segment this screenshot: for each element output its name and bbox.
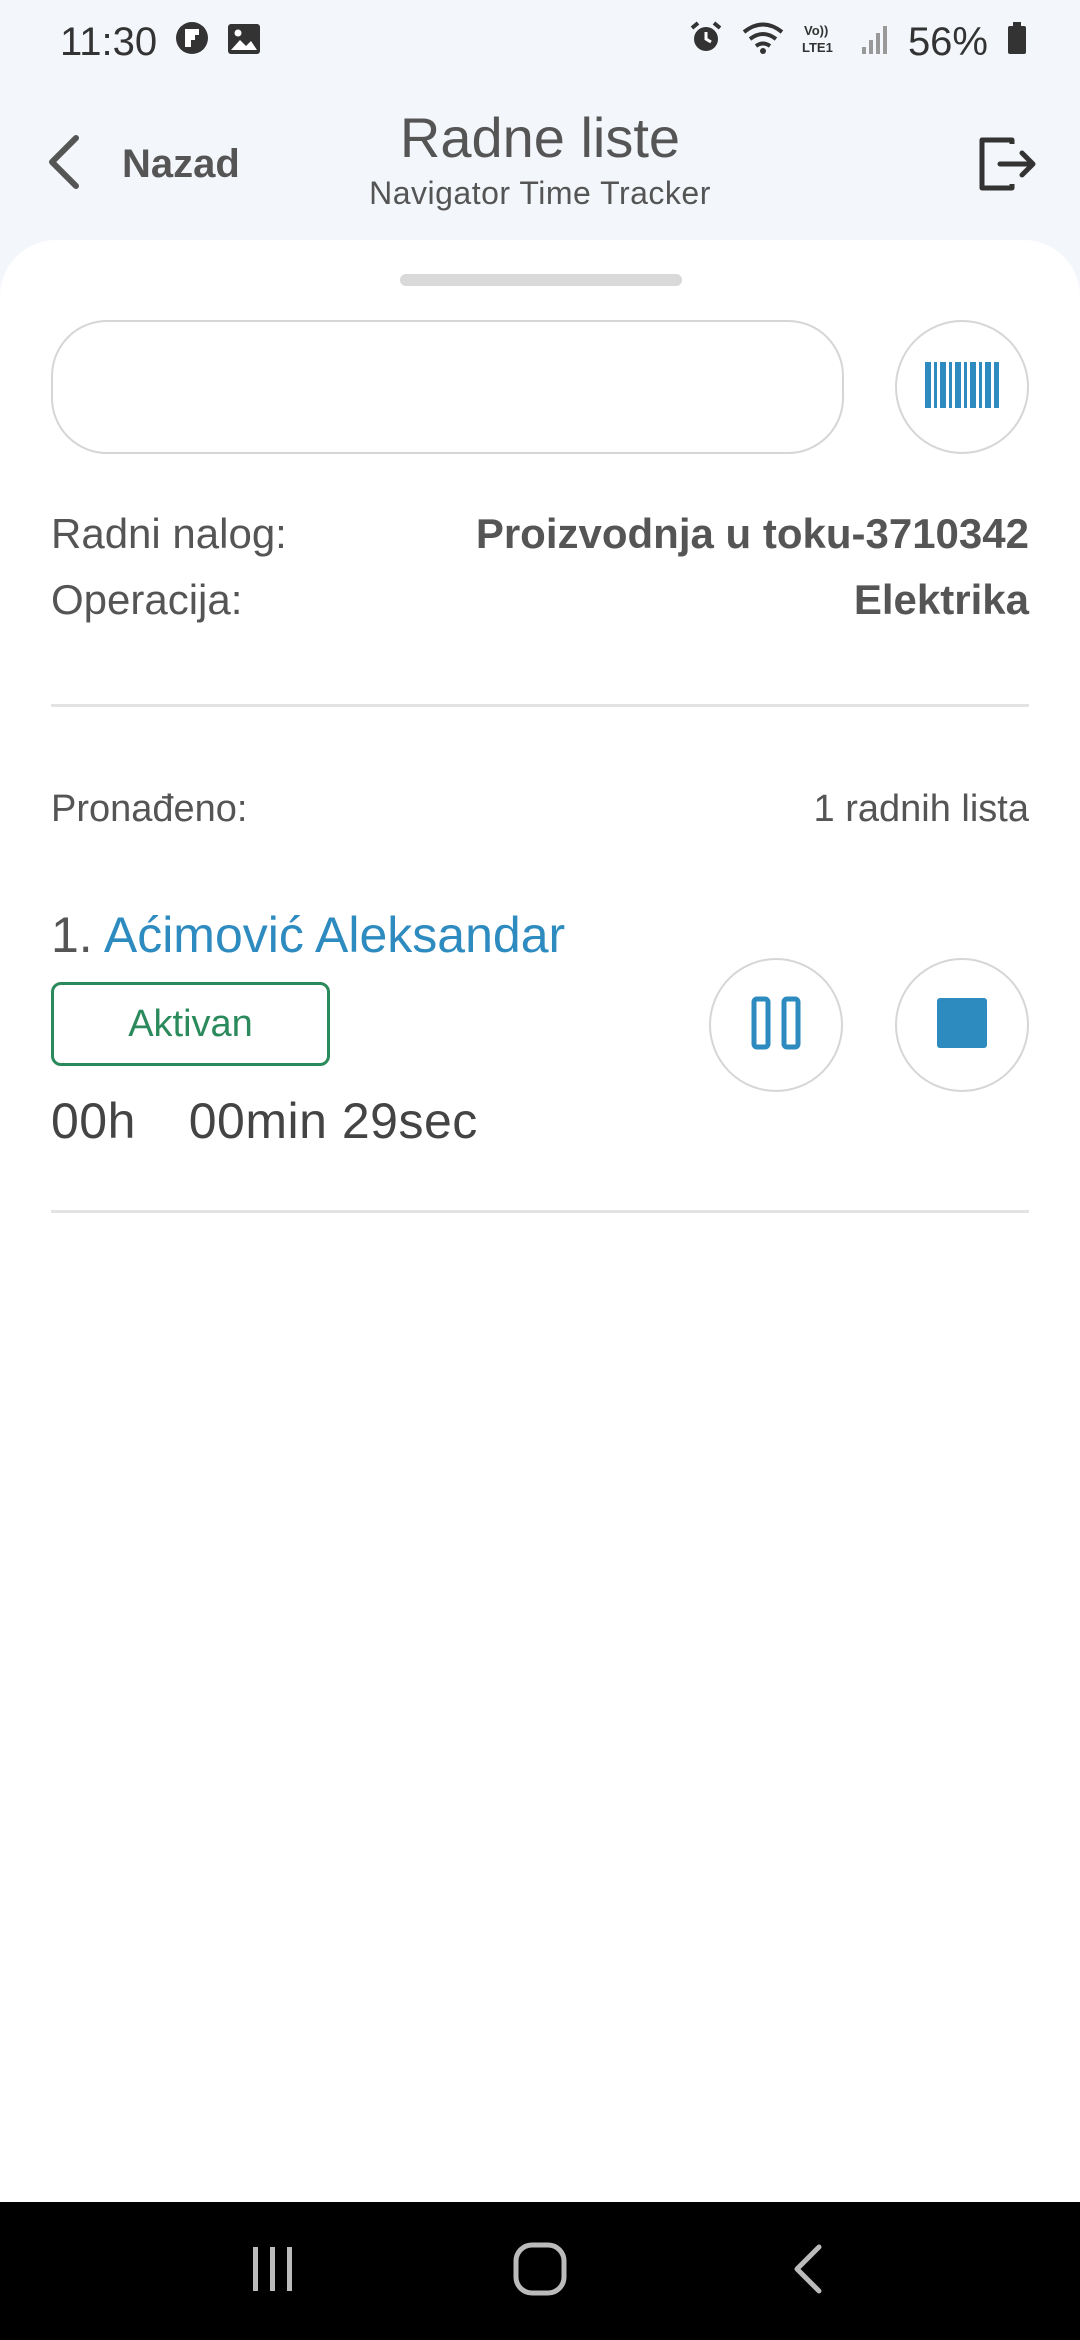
svg-text:Vo)): Vo)): [804, 23, 828, 38]
app-header: Nazad Radne liste Navigator Time Tracker: [0, 84, 1080, 244]
results-summary: Pronađeno: 1 radnih lista: [51, 788, 1029, 831]
content-sheet: Radni nalog: Proizvodnja u toku-3710342 …: [0, 240, 1080, 2202]
work-order-value: Proizvodnja u toku-3710342: [475, 510, 1029, 557]
status-left: 11:30: [60, 20, 261, 65]
app-screen: 11:30 Vo)) LTE1 56% Nazad Radne liste Na…: [0, 0, 1080, 2340]
battery-icon: [1006, 20, 1028, 65]
gallery-icon: [227, 20, 261, 65]
chevron-left-icon: [789, 2243, 825, 2300]
barcode-icon: [925, 361, 999, 413]
elapsed-timer: 00h 00min 29sec: [51, 1092, 478, 1150]
battery-percent: 56%: [907, 19, 988, 64]
stop-button[interactable]: [895, 958, 1029, 1092]
home-icon: [512, 2241, 568, 2302]
barcode-scan-button[interactable]: [895, 320, 1029, 454]
search-input[interactable]: [51, 320, 844, 454]
system-nav-bar: [0, 2202, 1080, 2340]
operation-info: Operacija: Elektrika: [51, 576, 1029, 624]
worksheet-index: 1.: [51, 907, 93, 963]
signal-icon: [860, 20, 890, 65]
work-order-info: Radni nalog: Proizvodnja u toku-3710342: [51, 510, 1029, 558]
work-order-label: Radni nalog:: [51, 510, 287, 557]
drag-handle[interactable]: [400, 274, 682, 286]
status-right: Vo)) LTE1 56%: [688, 19, 1028, 65]
recent-apps-button[interactable]: [213, 2221, 333, 2321]
pause-button[interactable]: [709, 958, 843, 1092]
page-title: Radne liste: [399, 106, 681, 169]
status-badge: Aktivan: [51, 982, 330, 1066]
status-time: 11:30: [60, 19, 158, 64]
divider: [51, 1210, 1029, 1213]
stop-icon: [937, 997, 987, 1053]
svg-text:LTE1: LTE1: [802, 40, 833, 55]
status-bar: 11:30 Vo)) LTE1 56%: [0, 0, 1080, 84]
page-subtitle: Navigator Time Tracker: [369, 175, 711, 212]
operation-value: Elektrika: [853, 576, 1029, 623]
title-block: Radne liste Navigator Time Tracker: [0, 104, 1080, 212]
alarm-icon: [688, 19, 724, 65]
timer-hours: 00h: [51, 1093, 136, 1149]
volte-icon: Vo)) LTE1: [802, 20, 842, 65]
worksheet-title: 1. Aćimović Aleksandar: [51, 906, 565, 964]
home-button[interactable]: [480, 2221, 600, 2321]
flipboard-icon: [175, 20, 209, 65]
operation-label: Operacija:: [51, 576, 243, 623]
divider: [51, 704, 1029, 707]
logout-button[interactable]: [968, 126, 1048, 206]
found-count: 1 radnih lista: [813, 788, 1029, 830]
system-back-button[interactable]: [747, 2221, 867, 2321]
timer-seconds: 29sec: [341, 1093, 478, 1149]
logout-icon: [978, 136, 1038, 197]
pause-icon: [751, 996, 801, 1055]
worker-name-link[interactable]: Aćimović Aleksandar: [104, 907, 565, 963]
timer-minutes: 00min: [188, 1093, 328, 1149]
status-label: Aktivan: [128, 1002, 253, 1045]
found-label: Pronađeno:: [51, 788, 248, 830]
wifi-icon: [742, 20, 784, 65]
recent-apps-icon: [249, 2245, 297, 2298]
